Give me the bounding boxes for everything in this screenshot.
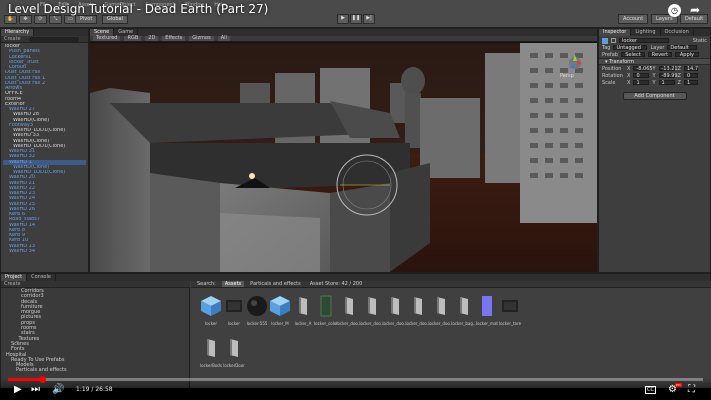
asset-item[interactable]: lockerDoor (220, 336, 248, 374)
position-label: Position (602, 65, 622, 72)
rotation-y-field[interactable]: -89.99 (658, 73, 678, 79)
tab-occlusion[interactable]: Occlusion (661, 29, 694, 36)
inspector-panel: Inspector Lighting Occlusion locker Stat… (598, 28, 711, 273)
persp-label[interactable]: Persp (560, 73, 574, 79)
scale-y-field[interactable]: 1 (658, 80, 675, 86)
transform-header[interactable]: ▾ Transform (599, 58, 710, 65)
asset-browser: Search: Assets Particals and effects Asset … (191, 281, 711, 388)
scene-control-2[interactable]: 2D (145, 36, 159, 41)
position-y-field[interactable]: -13.21 (658, 66, 678, 72)
tag-dropdown[interactable]: Untagged (613, 45, 648, 51)
volume-icon[interactable]: 🔊 (52, 384, 64, 395)
transform-tools: ✋ ✥ ⟳ ⤡ ▭ (4, 15, 77, 24)
tab-inspector[interactable]: Inspector (599, 29, 632, 36)
project-folder-tree: Corridors corridor3 decals furniture morgue p… (1, 288, 190, 388)
player-controls (0, 378, 711, 400)
add-component-button[interactable]: Add Component (622, 92, 687, 100)
watch-later-icon[interactable]: ◷ (668, 4, 681, 17)
asset-filter-2[interactable]: Particals and effects (247, 281, 304, 287)
scene-control-4[interactable]: Gizmos (189, 36, 214, 41)
hierarchy-item[interactable]: WallHD 34 (3, 249, 86, 254)
move-tool-button[interactable]: ✥ (19, 15, 32, 24)
scene-control-1[interactable]: RGB (124, 36, 142, 41)
object-name-field[interactable]: locker (619, 38, 669, 44)
scene-viewport[interactable]: Persp (90, 43, 597, 272)
prefab-label: Prefab (602, 51, 618, 58)
rotate-tool-button[interactable]: ⟳ (34, 15, 47, 24)
transform-label: Transform (609, 59, 634, 65)
global-toggle[interactable]: Global (102, 15, 128, 24)
scene-control-3[interactable]: Effects (162, 36, 186, 41)
asset-filter-3[interactable]: Asset Store: 42 / 200 (307, 281, 366, 287)
unity-editor: File Edit Assets GameObject Component Window H… (0, 0, 711, 388)
captions-button[interactable]: CC (645, 386, 656, 394)
settings-gear-icon[interactable]: ⚙ (668, 384, 677, 395)
scale-z-field[interactable]: 1 (683, 80, 698, 86)
layer-label: Layer (650, 44, 665, 51)
tab-project[interactable]: Project (1, 274, 28, 281)
prefab-revert-button[interactable]: Revert (647, 52, 672, 58)
static-checkbox[interactable]: Static (693, 38, 707, 44)
scale-tool-button[interactable]: ⤡ (49, 15, 62, 24)
position-z-field[interactable]: 14.7 (683, 66, 698, 72)
project-panel: Project Console Create Corridors corridor… (0, 273, 711, 388)
scene-controls: Textured RGB 2D Effects Gizmos All (90, 36, 597, 42)
tab-lighting[interactable]: Lighting (631, 29, 661, 36)
prefab-apply-button[interactable]: Apply (674, 52, 699, 58)
tag-label: Tag (602, 44, 611, 51)
hierarchy-create-button[interactable]: Create (4, 36, 21, 42)
pivot-toggle[interactable]: Pivot (75, 15, 98, 24)
play-button[interactable]: ▶ (337, 14, 349, 24)
scale-x-field[interactable]: 1 (633, 80, 650, 86)
asset-item[interactable]: locker_tare (496, 294, 524, 332)
tab-hierarchy[interactable]: Hierarchy (1, 29, 35, 36)
asset-filter-0[interactable]: Search: (194, 281, 219, 287)
rotation-z-field[interactable]: 0 (683, 73, 698, 79)
tab-console[interactable]: Console (27, 274, 56, 281)
hierarchy-search-input[interactable] (28, 36, 79, 42)
asset-label: lockerDoor (223, 363, 245, 368)
next-icon[interactable]: ⏭ (31, 384, 40, 395)
scene-control-0[interactable]: Textured (93, 36, 121, 41)
asset-filter-1[interactable]: Assets (221, 281, 245, 287)
play-controls: ▶ ❚❚ ▶| (337, 14, 375, 24)
video-title[interactable]: Level Design Tutorial - Dead Earth (Part… (8, 2, 268, 16)
scale-label: Scale (602, 79, 616, 86)
layer-dropdown[interactable]: Default (667, 45, 698, 51)
active-checkbox[interactable] (611, 38, 616, 43)
play-icon[interactable]: ▶ (14, 384, 22, 395)
fullscreen-icon[interactable]: ⛶ (688, 384, 695, 395)
prefab-select-button[interactable]: Select (620, 52, 645, 58)
asset-thumbnail (222, 336, 246, 360)
position-x-field[interactable]: -8.065 (633, 66, 653, 72)
account-dropdown[interactable]: Account (618, 14, 649, 24)
asset-thumbnail (498, 294, 522, 318)
scene-render (90, 43, 597, 272)
scene-panel: Scene Game Textured RGB 2D Effects Gizmos All (89, 28, 598, 273)
asset-label: locker_tare (498, 321, 522, 326)
prefab-cube-icon (602, 37, 608, 44)
hierarchy-list: locker Push_panels Lockers1 locker_Trust Lor… (1, 43, 88, 255)
folder-item[interactable]: Particals and effects (4, 368, 186, 374)
scene-control-5[interactable]: All (217, 36, 230, 41)
pause-button[interactable]: ❚❚ (350, 14, 362, 24)
hand-tool-button[interactable]: ✋ (4, 15, 17, 24)
rotation-label: Rotation (602, 72, 623, 79)
hierarchy-panel: Hierarchy Create locker Push_panels Locker… (0, 28, 89, 273)
rotation-x-field[interactable]: 0 (633, 73, 650, 79)
asset-search-bar: Search: Assets Particals and effects Asset … (191, 281, 711, 288)
project-create-button[interactable]: Create (4, 281, 21, 287)
share-icon[interactable]: ➦ (690, 3, 700, 17)
step-button[interactable]: ▶| (363, 14, 375, 24)
